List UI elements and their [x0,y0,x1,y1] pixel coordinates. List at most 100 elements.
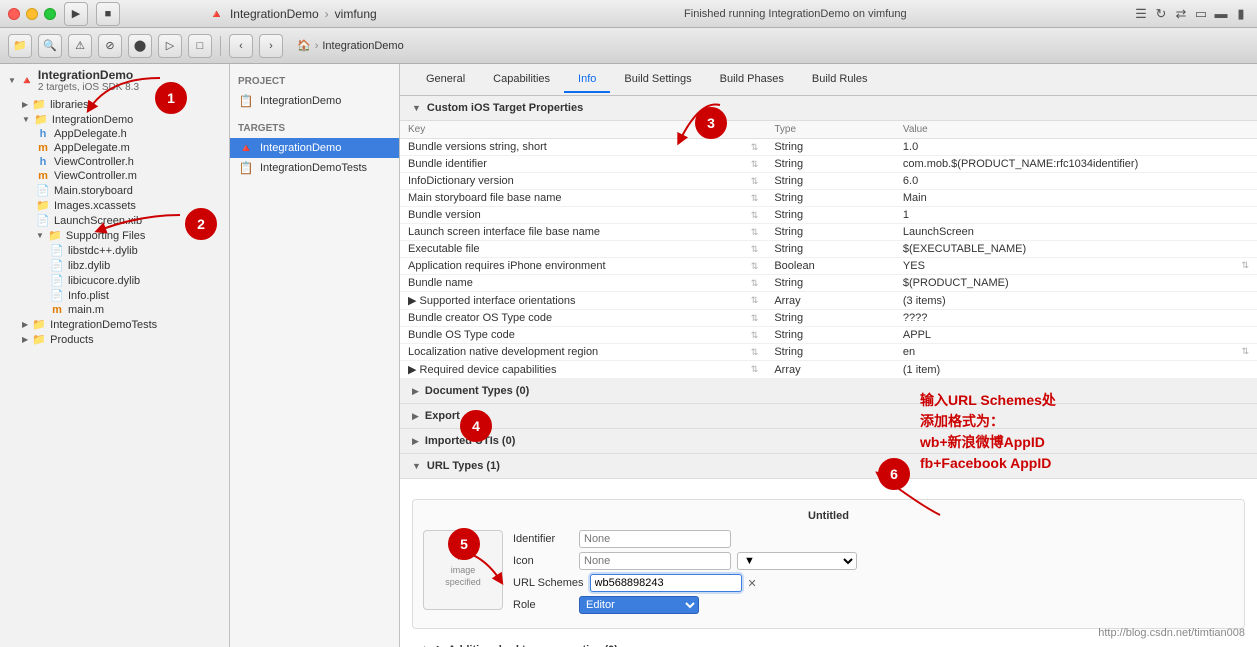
table-row[interactable]: Localization native development region ⇅… [400,344,1257,361]
table-row[interactable]: Bundle OS Type code ⇅ String APPL [400,327,1257,344]
icon-label: Icon [513,555,573,567]
prop-stepper[interactable]: ⇅ [743,344,767,361]
table-row[interactable]: Bundle versions string, short ⇅ String 1… [400,139,1257,156]
panel-project-item[interactable]: 📋 IntegrationDemo [230,91,399,111]
url-schemes-input[interactable] [590,574,742,592]
sidebar-item-supporting-files[interactable]: ▼ 📁 Supporting Files [0,228,229,243]
sidebar-item-libstdc[interactable]: 📄 libstdc++.dylib [0,243,229,258]
table-row[interactable]: Launch screen interface file base name ⇅… [400,224,1257,241]
table-row[interactable]: Main storyboard file base name ⇅ String … [400,190,1257,207]
prop-key: Bundle OS Type code [400,327,743,344]
panel-target-tests[interactable]: 📋 IntegrationDemoTests [230,158,399,178]
prop-stepper[interactable]: ⇅ [743,207,767,224]
tab-build-settings[interactable]: Build Settings [610,67,705,93]
table-row[interactable]: Application requires iPhone environment … [400,258,1257,275]
bc-project[interactable]: IntegrationDemo [322,40,403,52]
layout2-icon[interactable]: ▬ [1213,6,1229,22]
sidebar-item-label: Products [50,334,93,346]
section-url-types[interactable]: ▼ URL Types (1) [400,454,1257,479]
table-row[interactable]: ▶ Required device capabilities ⇅ Array (… [400,361,1257,379]
prop-stepper[interactable]: ⇅ [743,190,767,207]
sidebar-item-main-storyboard[interactable]: 📄 Main.storyboard [0,183,229,198]
run-button[interactable]: ▶ [64,2,88,26]
prop-key: Bundle identifier [400,156,743,173]
url-schemes-close[interactable]: ✕ [748,577,757,590]
sidebar-item-viewcontroller-h[interactable]: h ViewController.h [0,155,229,169]
folder-icon: 📁 [48,229,62,242]
icon-input[interactable] [579,552,731,570]
section-export[interactable]: ▶ Export [400,404,1257,429]
prop-key: Bundle creator OS Type code [400,310,743,327]
sidebar-item-integrationdemo[interactable]: ▼ 📁 IntegrationDemo [0,112,229,127]
tab-build-rules[interactable]: Build Rules [798,67,882,93]
sidebar-item-libicucore[interactable]: 📄 libicucore.dylib [0,273,229,288]
tab-general[interactable]: General [412,67,479,93]
sidebar-item-launchscreen[interactable]: 📄 LaunchScreen.xib [0,213,229,228]
minimize-button[interactable] [26,8,38,20]
folder-icon-btn[interactable]: 📁 [8,34,32,58]
nav-back[interactable]: ‹ [229,34,253,58]
table-row[interactable]: Bundle creator OS Type code ⇅ String ???… [400,310,1257,327]
table-row[interactable]: ▶ Supported interface orientations ⇅ Arr… [400,292,1257,310]
stop2-btn[interactable]: □ [188,34,212,58]
sidebar-item-label: libicucore.dylib [68,275,140,287]
section-imported-utis[interactable]: ▶ Imported UTIs (0) [400,429,1257,454]
browse-btn[interactable]: 🔍 [38,34,62,58]
panel-target-integrationdemo[interactable]: 🔺 IntegrationDemo [230,138,399,158]
role-select[interactable]: Editor Viewer None [579,596,699,614]
table-row[interactable]: Bundle version ⇅ String 1 [400,207,1257,224]
prop-stepper[interactable]: ⇅ [743,327,767,344]
identifier-input[interactable] [579,530,731,548]
prop-stepper[interactable]: ⇅ [743,241,767,258]
prop-stepper[interactable]: ⇅ [743,292,767,310]
menu-icon[interactable]: ☰ [1133,6,1149,22]
sidebar-item-appdelegate-h[interactable]: h AppDelegate.h [0,127,229,141]
section-doc-types[interactable]: ▶ Document Types (0) [400,379,1257,404]
sidebar-item-info-plist[interactable]: 📄 Info.plist [0,288,229,303]
commit-btn[interactable]: ⬤ [128,34,152,58]
prop-stepper[interactable]: ⇅ [743,139,767,156]
layout1-icon[interactable]: ▭ [1193,6,1209,22]
sidebar-item-xcassets[interactable]: 📁 Images.xcassets [0,198,229,213]
prop-stepper[interactable]: ⇅ [743,361,767,379]
additional-props[interactable]: ▶ ▶ Additional url type properties (0) [412,637,1245,647]
section-custom-props[interactable]: ▼ Custom iOS Target Properties [400,96,1257,121]
tab-build-phases[interactable]: Build Phases [706,67,798,93]
table-row[interactable]: Bundle identifier ⇅ String com.mob.$(PRO… [400,156,1257,173]
nav-fwd[interactable]: › [259,34,283,58]
table-row[interactable]: Executable file ⇅ String $(EXECUTABLE_NA… [400,241,1257,258]
nav-icon[interactable]: ⇄ [1173,6,1189,22]
close-button[interactable] [8,8,20,20]
run2-btn[interactable]: ▷ [158,34,182,58]
error-btn[interactable]: ⊘ [98,34,122,58]
sidebar-item-demo-tests[interactable]: ▶ 📁 IntegrationDemoTests [0,317,229,332]
prop-stepper[interactable]: ⇅ [743,224,767,241]
sidebar-item-viewcontroller-m[interactable]: m ViewController.m [0,169,229,183]
table-row[interactable]: InfoDictionary version ⇅ String 6.0 [400,173,1257,190]
tab-info[interactable]: Info [564,67,610,93]
refresh-icon[interactable]: ↻ [1153,6,1169,22]
prop-stepper[interactable]: ⇅ [743,275,767,292]
xcassets-icon: 📁 [36,199,50,212]
table-row[interactable]: Bundle name ⇅ String $(PRODUCT_NAME) [400,275,1257,292]
sidebar-item-label: Supporting Files [66,230,146,242]
prop-stepper[interactable]: ⇅ [743,173,767,190]
prop-stepper[interactable]: ⇅ [743,310,767,327]
sidebar-item-main-m[interactable]: m main.m [0,303,229,317]
layout3-icon[interactable]: ▮ [1233,6,1249,22]
prop-stepper[interactable]: ⇅ [743,258,767,275]
sidebar-item-libraries[interactable]: ▶ 📁 libraries [0,97,229,112]
maximize-button[interactable] [44,8,56,20]
sidebar-item-libz[interactable]: 📄 libz.dylib [0,258,229,273]
prop-stepper[interactable]: ⇅ [743,156,767,173]
url-types-content: Untitled No image specified Identifier [400,479,1257,647]
prop-value: en ⇅ [895,344,1257,361]
warning-btn[interactable]: ⚠ [68,34,92,58]
sidebar-item-products[interactable]: ▶ 📁 Products [0,332,229,347]
tab-capabilities[interactable]: Capabilities [479,67,564,93]
stop-button[interactable]: ■ [96,2,120,26]
status-bar: Finished running IntegrationDemo on vimf… [466,8,1125,20]
icon-select[interactable]: ▼ [737,552,857,570]
sidebar-project-root[interactable]: ▼ 🔺 IntegrationDemo 2 targets, iOS SDK 8… [0,64,229,97]
sidebar-item-appdelegate-m[interactable]: m AppDelegate.m [0,141,229,155]
